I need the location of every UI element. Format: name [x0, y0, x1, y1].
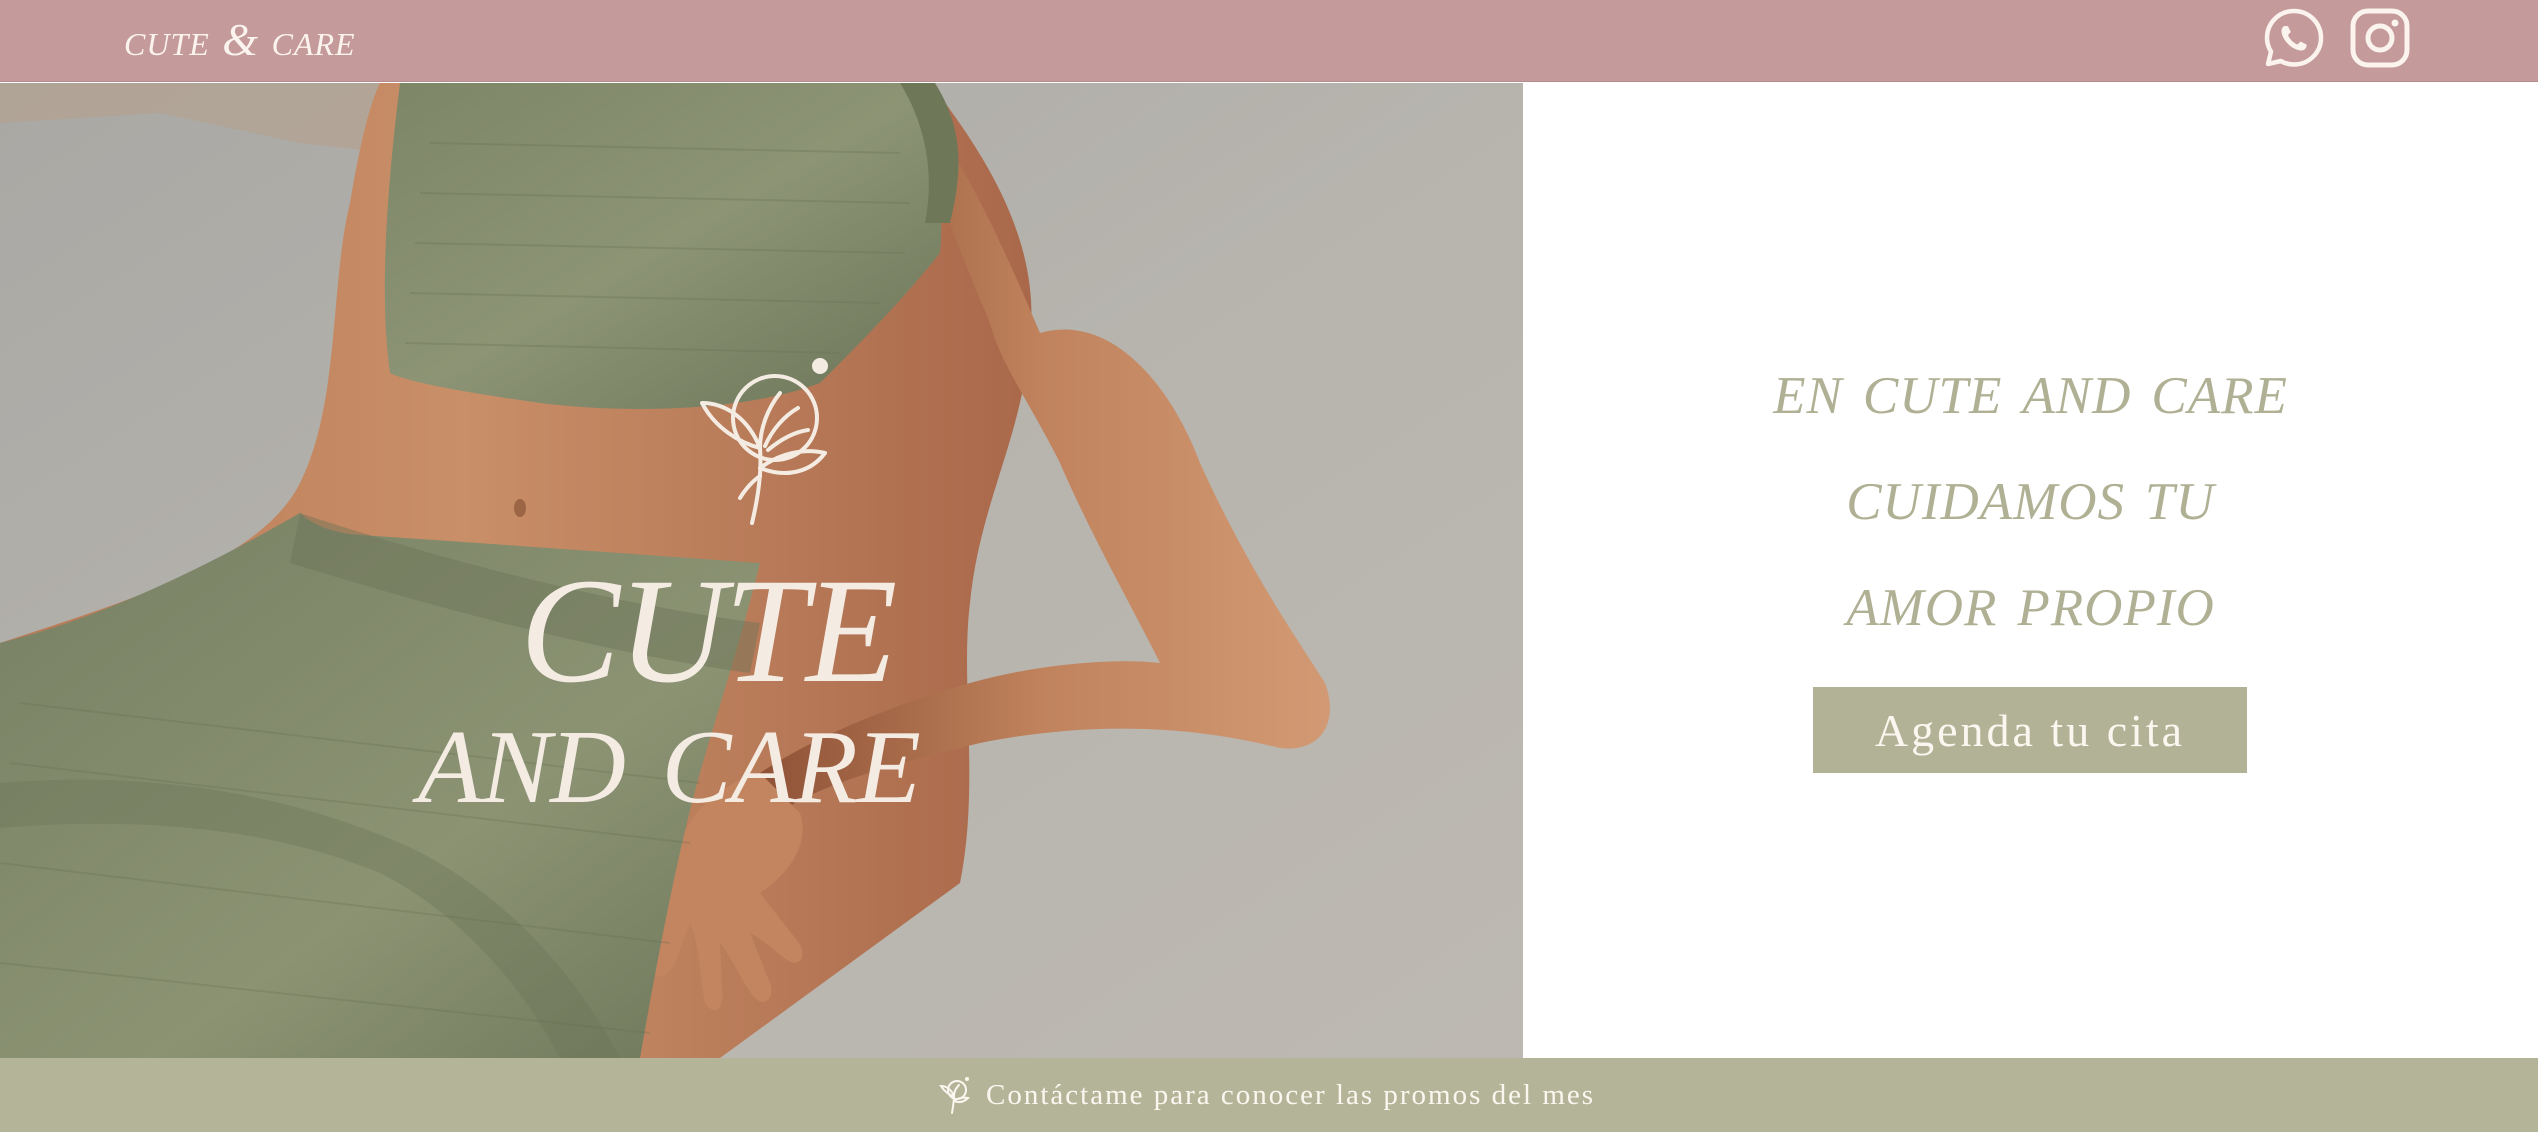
slogan-line-2: cuidamos tu [1846, 452, 2215, 536]
hero-brand-logo: cute and care [0, 83, 1523, 1058]
promo-contact-link[interactable]: Contáctame para conocer las promos del m… [936, 1058, 1595, 1132]
instagram-icon [2350, 8, 2410, 68]
whatsapp-link[interactable] [2262, 6, 2326, 70]
hero-logo-word-and-care: and care [418, 669, 921, 835]
instagram-link[interactable] [2348, 6, 2412, 70]
slogan-line-1: en cute and care [1773, 346, 2288, 430]
flower-icon [939, 1077, 971, 1114]
hero-image: cute and care [0, 83, 1523, 1058]
slogan-line-3: amor propio [1846, 558, 2215, 642]
hero-text-panel: en cute and care cuidamos tu amor propio… [1523, 83, 2538, 1058]
whatsapp-icon [2264, 8, 2324, 67]
brand-logo-link[interactable]: cute & care [124, 4, 356, 76]
hero-slogan: en cute and care cuidamos tu amor propio [1523, 335, 2538, 653]
promo-bar: Contáctame para conocer las promos del m… [0, 1058, 2538, 1132]
top-navbar: cute & care [0, 0, 2538, 82]
promo-text: Contáctame para conocer las promos del m… [986, 1078, 1596, 1111]
book-appointment-button[interactable]: Agenda tu cita [1813, 687, 2247, 773]
